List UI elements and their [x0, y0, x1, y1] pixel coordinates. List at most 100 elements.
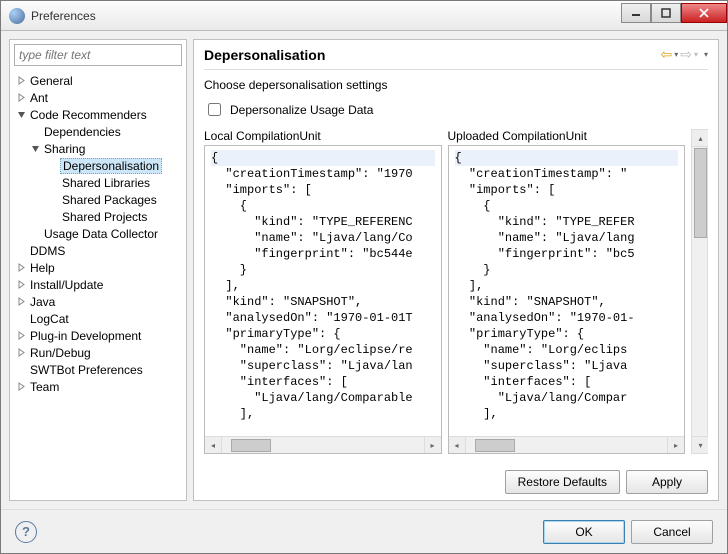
tree-expand-icon[interactable] [14, 329, 28, 343]
tree-expand-icon[interactable] [14, 295, 28, 309]
tree-item-general[interactable]: General [10, 72, 186, 89]
tree-arrow-placeholder [46, 193, 60, 207]
code-line: "fingerprint": "bc544e [211, 247, 413, 261]
cancel-button[interactable]: Cancel [631, 520, 713, 544]
separator [204, 69, 708, 70]
code-line: "kind": "SNAPSHOT", [211, 295, 362, 309]
code-line: } [211, 263, 247, 277]
tree-item-help[interactable]: Help [10, 259, 186, 276]
tree-arrow-placeholder [14, 363, 28, 377]
code-line: "analysedOn": "1970-01-01T [211, 311, 413, 325]
code-line: ], [211, 407, 254, 421]
tree-item-label: DDMS [28, 244, 67, 258]
code-line: "kind": "TYPE_REFERENC [211, 215, 413, 229]
tree-item-shared-libraries[interactable]: Shared Libraries [10, 174, 186, 191]
tree-item-swtbot-preferences[interactable]: SWTBot Preferences [10, 361, 186, 378]
tree-expand-icon[interactable] [14, 278, 28, 292]
forward-menu-icon: ▾ [694, 50, 698, 59]
tree-item-java[interactable]: Java [10, 293, 186, 310]
tree-arrow-placeholder [28, 125, 42, 139]
code-line: "kind": "TYPE_REFER [455, 215, 635, 229]
restore-defaults-button[interactable]: Restore Defaults [505, 470, 620, 494]
tree-item-code-recommenders[interactable]: Code Recommenders [10, 106, 186, 123]
uploaded-code-viewer[interactable]: { "creationTimestamp": " "imports": [ { … [449, 146, 685, 436]
tree-item-label: Team [28, 380, 61, 394]
apply-button[interactable]: Apply [626, 470, 708, 494]
uploaded-hscroll[interactable]: ◂▸ [449, 436, 685, 453]
tree-item-label: Depersonalisation [60, 158, 162, 174]
window-buttons [621, 3, 727, 23]
view-menu-icon[interactable]: ▾ [704, 50, 708, 59]
tree-item-label: SWTBot Preferences [28, 363, 145, 377]
tree-item-logcat[interactable]: LogCat [10, 310, 186, 327]
preference-tree[interactable]: GeneralAnt Code Recommenders Dependencies S… [10, 70, 186, 500]
tree-item-label: Java [28, 295, 57, 309]
tree-item-sharing[interactable]: Sharing [10, 140, 186, 157]
tree-item-label: Shared Libraries [60, 176, 152, 190]
tree-expand-icon[interactable] [28, 142, 42, 156]
code-line: "primaryType": { [211, 327, 341, 341]
tree-item-plug-in-development[interactable]: Plug-in Development [10, 327, 186, 344]
tree-arrow-placeholder [46, 159, 60, 173]
compare-columns: Local CompilationUnit { "creationTimesta… [204, 129, 708, 454]
content-area: GeneralAnt Code Recommenders Dependencies S… [1, 31, 727, 509]
tree-item-shared-projects[interactable]: Shared Projects [10, 208, 186, 225]
tree-item-label: Install/Update [28, 278, 105, 292]
code-line: { [455, 199, 491, 213]
tree-item-label: Dependencies [42, 125, 123, 139]
tree-expand-icon[interactable] [14, 74, 28, 88]
minimize-button[interactable] [621, 3, 651, 23]
code-line: "name": "Ljava/lang/Co [211, 231, 413, 245]
code-line: "Ljava/lang/Comparable [211, 391, 413, 405]
tree-item-label: Code Recommenders [28, 108, 149, 122]
uploaded-column: Uploaded CompilationUnit { "creationTime… [448, 129, 686, 454]
tree-item-dependencies[interactable]: Dependencies [10, 123, 186, 140]
tree-item-shared-packages[interactable]: Shared Packages [10, 191, 186, 208]
tree-item-team[interactable]: Team [10, 378, 186, 395]
ok-button[interactable]: OK [543, 520, 625, 544]
tree-item-label: Shared Projects [60, 210, 149, 224]
tree-arrow-placeholder [14, 312, 28, 326]
page-buttons: Restore Defaults Apply [194, 460, 718, 500]
local-code-viewer[interactable]: { "creationTimestamp": "1970 "imports": … [205, 146, 441, 436]
uploaded-column-label: Uploaded CompilationUnit [448, 129, 686, 143]
tree-expand-icon[interactable] [14, 261, 28, 275]
tree-expand-icon[interactable] [14, 380, 28, 394]
tree-item-label: General [28, 74, 75, 88]
uploaded-code-wrap: { "creationTimestamp": " "imports": [ { … [448, 145, 686, 454]
back-menu-icon[interactable]: ▾ [674, 50, 678, 59]
tree-item-install-update[interactable]: Install/Update [10, 276, 186, 293]
code-line: "kind": "SNAPSHOT", [455, 295, 606, 309]
depersonalize-checkbox[interactable] [208, 103, 221, 116]
shared-vscroll[interactable]: ▴▾ [691, 129, 708, 454]
code-line: ], [455, 279, 484, 293]
page-pane: Depersonalisation ⇦ ▾ ⇨ ▾ ▾ Choose deper… [193, 39, 719, 501]
code-line: "name": "Lorg/eclips [455, 343, 628, 357]
tree-item-ant[interactable]: Ant [10, 89, 186, 106]
depersonalize-label: Depersonalize Usage Data [230, 103, 373, 117]
window-title: Preferences [31, 9, 621, 23]
tree-expand-icon[interactable] [14, 91, 28, 105]
page-header: Depersonalisation ⇦ ▾ ⇨ ▾ ▾ [194, 40, 718, 65]
title-bar: Preferences [1, 1, 727, 31]
code-line: "imports": [ [211, 183, 312, 197]
maximize-button[interactable] [651, 3, 681, 23]
forward-icon: ⇨ [680, 46, 692, 63]
tree-item-label: Sharing [42, 142, 87, 156]
filter-input[interactable] [14, 44, 182, 66]
tree-item-label: Plug-in Development [28, 329, 143, 343]
help-icon[interactable]: ? [15, 521, 37, 543]
tree-item-usage-data-collector[interactable]: Usage Data Collector [10, 225, 186, 242]
code-line: "creationTimestamp": "1970 [211, 167, 413, 181]
local-hscroll[interactable]: ◂▸ [205, 436, 441, 453]
local-code-wrap: { "creationTimestamp": "1970 "imports": … [204, 145, 442, 454]
back-icon[interactable]: ⇦ [660, 46, 672, 63]
tree-expand-icon[interactable] [14, 108, 28, 122]
local-column-label: Local CompilationUnit [204, 129, 442, 143]
tree-item-depersonalisation[interactable]: Depersonalisation [10, 157, 186, 174]
tree-item-run-debug[interactable]: Run/Debug [10, 344, 186, 361]
close-button[interactable] [681, 3, 727, 23]
nav-arrows: ⇦ ▾ ⇨ ▾ ▾ [660, 46, 708, 63]
tree-expand-icon[interactable] [14, 346, 28, 360]
tree-item-ddms[interactable]: DDMS [10, 242, 186, 259]
